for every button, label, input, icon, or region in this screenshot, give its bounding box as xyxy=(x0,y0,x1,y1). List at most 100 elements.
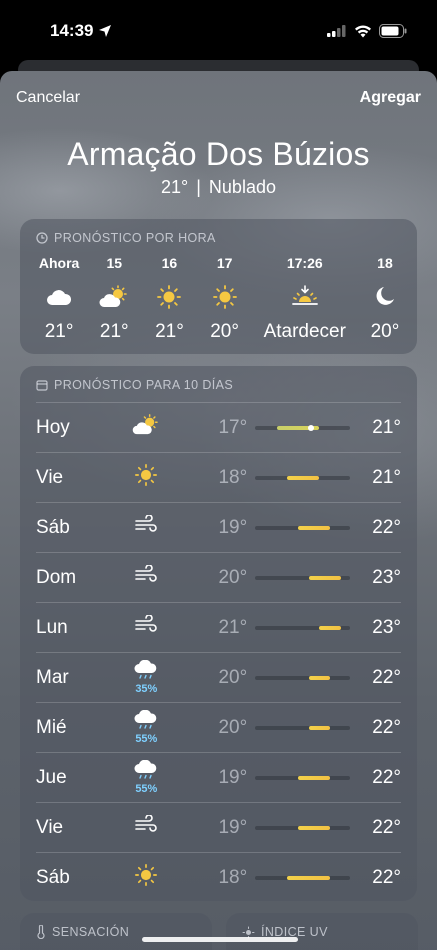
day-icon-cell xyxy=(121,514,172,540)
hour-item: 17:26 Atardecer xyxy=(257,255,353,343)
day-icon-cell xyxy=(121,564,172,590)
day-row[interactable]: Lun 21° 23° xyxy=(36,602,401,652)
summary-separator: | xyxy=(196,177,201,197)
day-name: Dom xyxy=(36,566,77,588)
current-temp: 21° xyxy=(161,177,189,197)
day-row[interactable]: Vie 18° 21° xyxy=(36,452,401,502)
moon-icon xyxy=(376,287,394,305)
sun-icon xyxy=(134,863,158,892)
sun-icon xyxy=(134,463,158,492)
partly-sunny-icon xyxy=(99,285,128,307)
temp-range-bar xyxy=(297,525,330,530)
day-row[interactable]: Sáb 19° 22° xyxy=(36,502,401,552)
day-row[interactable]: Dom 20° 23° xyxy=(36,552,401,602)
uv-index-card[interactable]: ÍNDICE UV xyxy=(226,913,418,950)
add-button[interactable]: Agregar xyxy=(360,89,421,107)
battery-icon xyxy=(379,24,407,38)
hour-label: 16 xyxy=(161,255,178,271)
temp-range-bar xyxy=(287,475,320,480)
current-temp-dot xyxy=(308,424,315,431)
day-high-temp: 22° xyxy=(372,816,401,838)
temp-range-track xyxy=(255,575,350,580)
day-row[interactable]: Vie 19° 22° xyxy=(36,802,401,852)
status-icons xyxy=(327,24,407,38)
hour-temp: 21° xyxy=(155,321,184,342)
hourly-header: PRONÓSTICO POR HORA xyxy=(20,219,417,245)
day-high-temp: 22° xyxy=(372,866,401,888)
temp-range-bar xyxy=(297,775,330,780)
temp-range-track xyxy=(255,475,350,480)
day-low-temp: 18° xyxy=(218,466,248,488)
location-arrow-icon xyxy=(99,25,112,37)
day-icon-cell: 55% xyxy=(121,709,172,745)
hourly-title: PRONÓSTICO POR HORA xyxy=(54,231,216,245)
day-low-temp: 19° xyxy=(218,516,248,538)
thermometer-icon xyxy=(37,925,45,939)
hour-temp: Atardecer xyxy=(263,321,346,342)
day-name: Mié xyxy=(36,716,67,738)
day-row[interactable]: Jue 55% 19° 22° xyxy=(36,752,401,802)
day-high-temp: 22° xyxy=(372,516,401,538)
cloud-icon xyxy=(47,290,72,305)
hour-label: 15 xyxy=(106,255,123,271)
temp-range-track xyxy=(255,625,350,630)
hour-temp: 20° xyxy=(210,321,239,342)
day-high-temp: 22° xyxy=(372,766,401,788)
daily-header: PRONÓSTICO PARA 10 DÍAS xyxy=(20,366,417,392)
temp-range-bar xyxy=(308,675,330,680)
cancel-button[interactable]: Cancelar xyxy=(16,89,80,107)
day-low-temp: 17° xyxy=(218,416,248,438)
wind-icon xyxy=(134,564,158,590)
rain-icon xyxy=(134,709,158,735)
day-high-temp: 22° xyxy=(372,716,401,738)
hour-label: 17:26 xyxy=(286,255,323,271)
sun-icon xyxy=(212,285,237,309)
day-low-temp: 20° xyxy=(218,666,248,688)
day-high-temp: 22° xyxy=(372,666,401,688)
hour-item: 15 21° xyxy=(91,255,137,343)
day-row[interactable]: Hoy 17° 21° xyxy=(36,402,401,452)
day-icon-cell: 55% xyxy=(121,759,172,795)
rain-icon xyxy=(134,659,158,685)
partly-sunny-icon xyxy=(132,414,160,441)
temp-range-track xyxy=(255,725,350,730)
day-row[interactable]: Sáb 18° 22° xyxy=(36,852,401,901)
daily-forecast-card: PRONÓSTICO PARA 10 DÍAS Hoy 17° 21° Vie 18° 2… xyxy=(20,366,417,901)
hour-temp: 21° xyxy=(99,321,129,342)
day-name: Sáb xyxy=(36,866,70,888)
sun-icon xyxy=(157,285,182,309)
hour-temp: 20° xyxy=(370,321,400,342)
temp-range-track xyxy=(255,424,350,431)
day-name: Vie xyxy=(36,466,64,488)
day-name: Mar xyxy=(36,666,69,688)
day-row[interactable]: Mar 35% 20° 22° xyxy=(36,652,401,702)
feels-like-header: SENSACIÓN xyxy=(20,913,212,939)
feels-like-card[interactable]: SENSACIÓN xyxy=(20,913,212,950)
temp-range-track xyxy=(255,825,350,830)
wifi-icon xyxy=(355,25,371,37)
temp-range-bar xyxy=(308,725,330,730)
precip-chance: 55% xyxy=(135,733,158,745)
day-row[interactable]: Mié 55% 20° 22° xyxy=(36,702,401,752)
home-indicator[interactable] xyxy=(142,937,298,942)
temp-range-bar xyxy=(308,575,341,580)
rain-icon xyxy=(134,759,158,785)
day-low-temp: 19° xyxy=(218,766,248,788)
cellular-signal-icon xyxy=(327,25,346,37)
day-name: Sáb xyxy=(36,516,70,538)
weather-preview-sheet: Cancelar Agregar Armação Dos Búzios 21° … xyxy=(0,71,437,950)
temp-range-track xyxy=(255,675,350,680)
temp-range-track xyxy=(255,875,350,880)
day-low-temp: 21° xyxy=(218,616,248,638)
hourly-forecast-card[interactable]: PRONÓSTICO POR HORA Ahora 21° 15 21° 16 … xyxy=(20,219,417,354)
wind-icon xyxy=(134,514,158,540)
hourly-list[interactable]: Ahora 21° 15 21° 16 21° 17 20° 17:26 Ata… xyxy=(36,255,417,343)
temp-range-bar xyxy=(297,825,330,830)
day-low-temp: 20° xyxy=(218,716,248,738)
day-high-temp: 21° xyxy=(372,416,401,438)
hour-item: 18 20° xyxy=(362,255,408,343)
day-high-temp: 23° xyxy=(372,566,401,588)
current-summary: 21° | Nublado xyxy=(0,177,437,198)
hour-item: Ahora 21° xyxy=(36,255,82,343)
current-condition: Nublado xyxy=(208,177,276,197)
